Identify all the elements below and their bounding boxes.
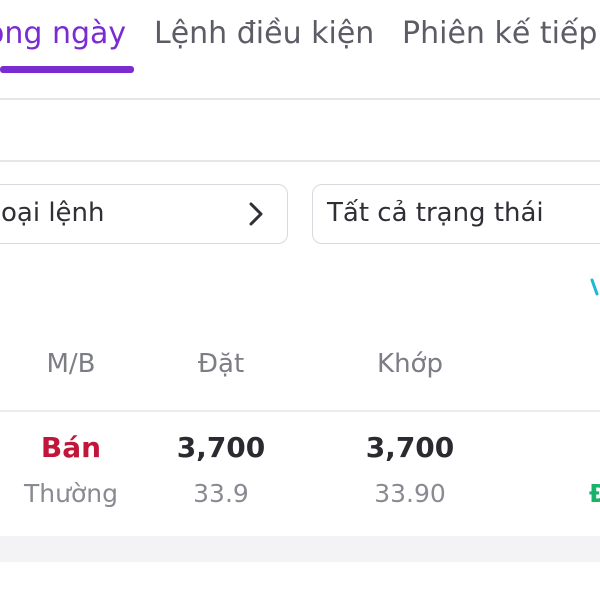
column-header-matched: Khớp	[377, 349, 443, 379]
tab-bar: ong ngày Lệnh điều kiện Phiên kế tiếp	[0, 0, 600, 100]
matched-quantity: 3,700	[365, 431, 455, 464]
section-divider	[0, 160, 600, 162]
tab-conditional-orders[interactable]: Lệnh điều kiện	[154, 12, 374, 56]
order-status: Đ	[589, 479, 600, 508]
tab-in-day-orders[interactable]: ong ngày	[0, 12, 126, 56]
order-side: Bán	[40, 431, 102, 464]
active-tab-indicator	[0, 66, 134, 73]
row-separator-band	[0, 536, 600, 562]
column-header-side: M/B	[46, 349, 96, 379]
status-filter[interactable]: Tất cả trạng thái	[312, 184, 600, 244]
cyan-glyph-icon	[590, 278, 599, 296]
tab-divider	[0, 98, 600, 100]
order-price: 33.9	[193, 479, 249, 508]
matched-price: 33.90	[374, 479, 446, 508]
order-type-filter[interactable]: oại lệnh	[0, 184, 288, 244]
status-filter-label: Tất cả trạng thái	[327, 198, 544, 228]
column-header-order: Đặt	[197, 349, 245, 379]
table-row[interactable]: Bán Thường 3,700 33.9 3,700 33.90 Đ	[0, 412, 600, 534]
chevron-right-icon	[249, 202, 263, 226]
order-type: Thường	[24, 479, 118, 508]
order-type-filter-label: oại lệnh	[1, 198, 105, 228]
order-book-screen: ong ngày Lệnh điều kiện Phiên kế tiếp oạ…	[0, 0, 600, 600]
order-quantity: 3,700	[176, 431, 266, 464]
tab-next-session[interactable]: Phiên kế tiếp	[402, 12, 597, 56]
